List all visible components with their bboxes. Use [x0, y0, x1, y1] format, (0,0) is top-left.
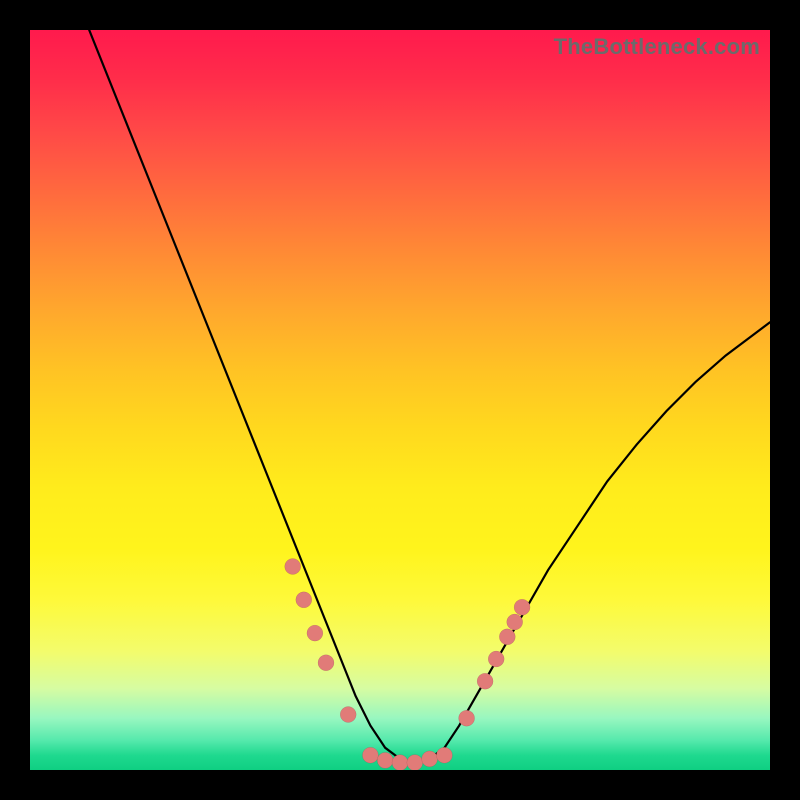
data-marker — [499, 629, 515, 645]
data-marker — [477, 673, 493, 689]
marker-layer — [285, 559, 530, 771]
data-marker — [422, 751, 438, 767]
data-marker — [459, 710, 475, 726]
data-marker — [377, 752, 393, 768]
chart-overlay-svg — [30, 30, 770, 770]
data-marker — [362, 747, 378, 763]
plot-area: TheBottleneck.com — [30, 30, 770, 770]
data-marker — [318, 655, 334, 671]
data-marker — [507, 614, 523, 630]
watermark-text: TheBottleneck.com — [554, 34, 760, 60]
data-marker — [514, 599, 530, 615]
bottleneck-curve — [89, 30, 770, 763]
data-marker — [340, 707, 356, 723]
data-marker — [392, 755, 408, 770]
data-marker — [285, 559, 301, 575]
chart-stage: TheBottleneck.com — [0, 0, 800, 800]
data-marker — [307, 625, 323, 641]
data-marker — [296, 592, 312, 608]
data-marker — [407, 755, 423, 770]
data-marker — [488, 651, 504, 667]
data-marker — [436, 747, 452, 763]
